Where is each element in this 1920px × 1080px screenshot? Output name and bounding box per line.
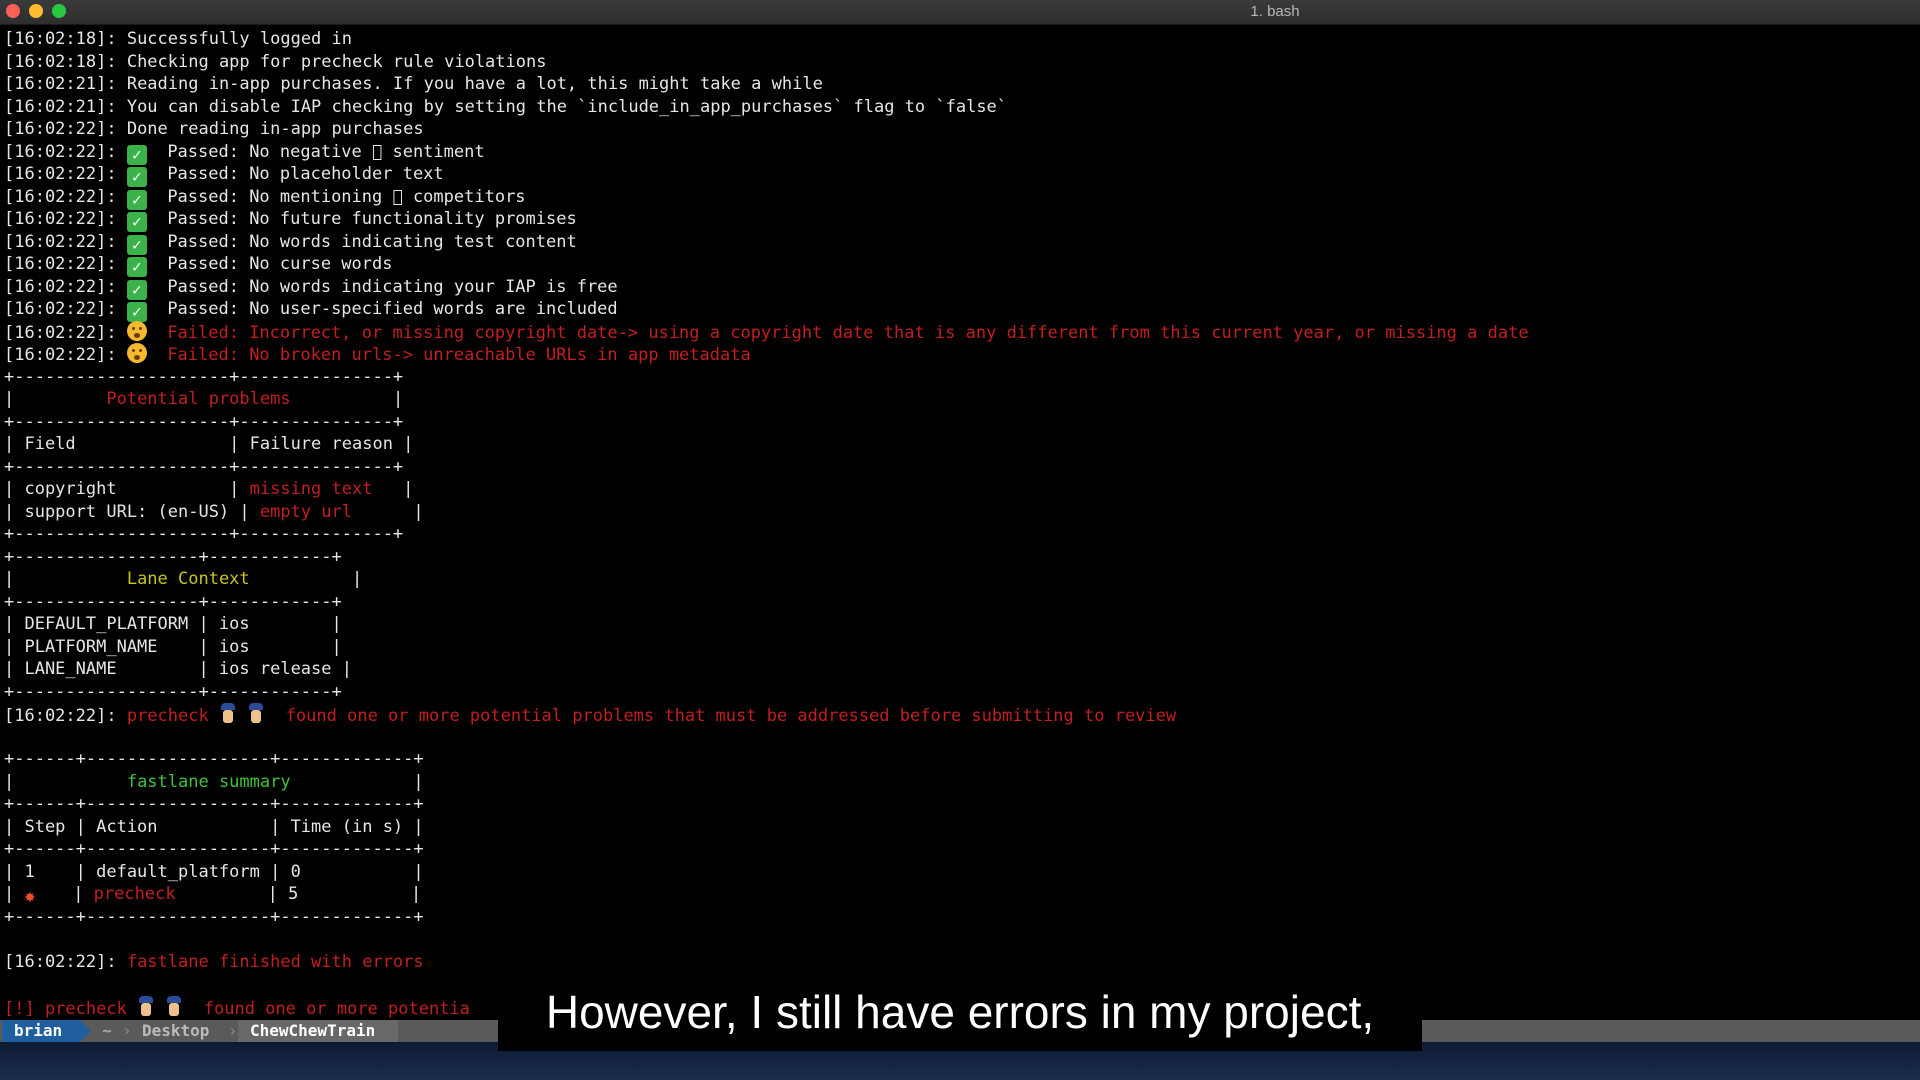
- passed-line: [16:02:22]: ✓ Passed: No mentioning  co…: [4, 186, 526, 210]
- video-subtitle: However, I still have errors in my proje…: [498, 973, 1422, 1051]
- passed-line: [16:02:22]: ✓ Passed: No curse words: [4, 254, 393, 277]
- lane-table-title: | Lane Context |: [4, 569, 363, 589]
- summary-table-row: | ✸ | precheck | 5 |: [4, 884, 422, 907]
- passed-line: [16:02:22]: ✓ Passed: No user-specified …: [4, 299, 618, 322]
- problems-table-border: +---------------------+---------------+: [4, 456, 404, 477]
- log-line: [16:02:18]: Checking app for precheck ru…: [4, 51, 547, 72]
- prompt-directory: Desktop: [142, 1021, 210, 1040]
- failed-line: [16:02:22]: Failed: Incorrect, or missin…: [4, 320, 1529, 343]
- window-title: 1. bash: [1250, 3, 1300, 20]
- check-icon: ✓: [126, 189, 147, 210]
- problems-table-title: | Potential problems |: [4, 389, 404, 409]
- failed-line: [16:02:22]: Failed: No broken urls-> unr…: [4, 343, 751, 365]
- lane-table-row: | PLATFORM_NAME | ios |: [4, 636, 342, 657]
- check-icon: ✓: [126, 234, 147, 255]
- passed-line: [16:02:22]: ✓ Passed: No future function…: [4, 209, 577, 232]
- check-icon: ✓: [126, 302, 147, 322]
- passed-line: [16:02:22]: ✓ Passed: No placeholder tex…: [4, 164, 444, 187]
- problems-table-row: | copyright | missing text |: [4, 479, 414, 499]
- window-titlebar: 1. bash: [0, 0, 1920, 25]
- summary-table-header: | Step | Action | Time (in s) |: [4, 816, 424, 837]
- precheck-error-line: [16:02:22]: precheck found one or more p…: [4, 703, 1920, 726]
- chevron-right-icon: ›: [228, 1021, 238, 1040]
- problems-table-row: | support URL: (en-US) | empty url |: [4, 501, 424, 522]
- police-officer-icon: [219, 703, 237, 725]
- summary-table-border: +------+------------------+-------------…: [4, 794, 424, 814]
- lane-table-border: +------------------+------------+: [4, 591, 342, 612]
- astonished-face-icon: [126, 320, 147, 341]
- terminal-output[interactable]: [16:02:18]: Successfully logged in [16:0…: [0, 24, 1920, 1020]
- log-line: [16:02:21]: You can disable IAP checking…: [4, 96, 1008, 117]
- problems-table-border: +---------------------+---------------+: [4, 366, 404, 387]
- passed-line: [16:02:22]: ✓ Passed: No words indicatin…: [4, 276, 618, 300]
- prompt-repo: ChewChewTrain: [238, 1020, 398, 1042]
- log-line: [16:02:21]: Reading in-app purchases. If…: [4, 74, 823, 94]
- police-officer-icon: [165, 995, 183, 1018]
- prompt-user: brian: [2, 1020, 91, 1042]
- check-icon: ✓: [126, 144, 147, 165]
- lane-table-border: +------------------+------------+: [4, 546, 342, 567]
- log-line: [16:02:18]: Successfully logged in: [4, 29, 352, 49]
- problems-table-header: | Field | Failure reason |: [4, 434, 414, 454]
- check-icon: ✓: [126, 212, 147, 232]
- lane-table-row: | LANE_NAME | ios release |: [4, 659, 352, 679]
- police-officer-icon: [247, 703, 265, 725]
- summary-table-row: | 1 | default_platform | 0 |: [4, 861, 424, 882]
- passed-line: [16:02:22]: ✓ Passed: No negative  sent…: [4, 141, 485, 165]
- finish-error-line: [16:02:22]: fastlane finished with error…: [4, 951, 424, 972]
- lane-table-row: | DEFAULT_PLATFORM | ios |: [4, 614, 342, 634]
- prompt-home: ~: [102, 1021, 112, 1040]
- problems-table-border: +---------------------+---------------+: [4, 411, 404, 432]
- summary-table-title: | fastlane summary |: [4, 771, 424, 792]
- summary-table-border: +------+------------------+-------------…: [4, 749, 424, 769]
- collision-icon: ✸: [24, 886, 36, 907]
- problems-table-border: +---------------------+---------------+: [4, 524, 404, 544]
- lane-table-border: +------------------+------------+: [4, 681, 342, 702]
- check-icon: ✓: [126, 167, 147, 187]
- check-icon: ✓: [126, 279, 147, 300]
- astonished-face-icon: [126, 343, 147, 363]
- log-line: [16:02:22]: Done reading in-app purchase…: [4, 119, 424, 139]
- police-officer-icon: [137, 995, 155, 1018]
- passed-line: [16:02:22]: ✓ Passed: No words indicatin…: [4, 231, 577, 255]
- summary-table-border: +------+------------------+-------------…: [4, 906, 424, 927]
- check-icon: ✓: [126, 257, 147, 277]
- summary-table-border: +------+------------------+-------------…: [4, 839, 424, 859]
